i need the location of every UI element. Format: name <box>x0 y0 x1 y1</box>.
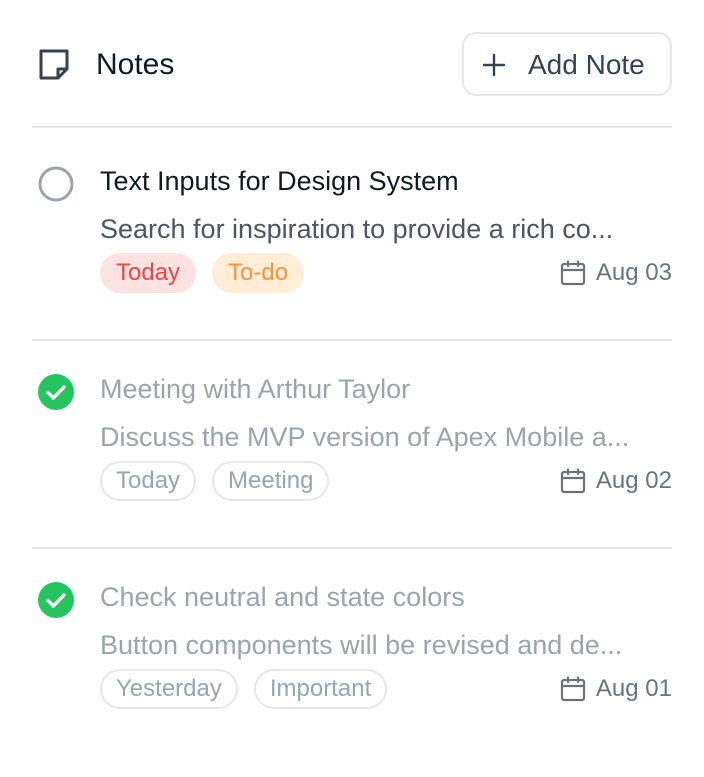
tag-todo[interactable]: To-do <box>212 253 305 293</box>
note-title: Meeting with Arthur Taylor <box>100 374 411 404</box>
note-item[interactable]: Text Inputs for Design System Search for… <box>32 161 672 361</box>
note-icon <box>39 49 69 80</box>
page-title: Notes <box>96 48 175 81</box>
calendar-icon <box>560 260 586 286</box>
note-title: Check neutral and state colors <box>100 582 465 612</box>
calendar-icon <box>560 468 586 494</box>
tag-today[interactable]: Today <box>100 461 197 501</box>
notes-panel: Notes Add Note Text Inputs for Design Sy… <box>32 0 672 760</box>
divider <box>32 126 672 128</box>
divider <box>32 547 672 549</box>
tag-yesterday[interactable]: Yesterday <box>100 669 238 709</box>
note-date: Aug 03 <box>560 253 672 293</box>
tag-list: Today To-do <box>100 253 305 293</box>
tag-important[interactable]: Important <box>253 669 388 709</box>
note-item[interactable]: Check neutral and state colors Button co… <box>32 577 672 777</box>
tag-list: Yesterday Important <box>100 669 388 709</box>
divider <box>32 339 672 341</box>
notes-header: Notes Add Note <box>32 32 672 96</box>
tag-list: Today Meeting <box>100 461 330 501</box>
note-description: Discuss the MVP version of Apex Mobile a… <box>100 422 630 452</box>
calendar-icon <box>560 676 586 702</box>
add-note-button[interactable]: Add Note <box>462 32 672 96</box>
tag-today[interactable]: Today <box>100 253 197 293</box>
check-circle-icon[interactable] <box>37 373 75 411</box>
note-title: Text Inputs for Design System <box>100 166 459 196</box>
incomplete-circle-icon[interactable] <box>37 165 75 203</box>
add-note-label: Add Note <box>528 49 645 80</box>
note-date: Aug 01 <box>560 669 672 709</box>
note-item[interactable]: Meeting with Arthur Taylor Discuss the M… <box>32 369 672 569</box>
note-date: Aug 02 <box>560 461 672 501</box>
note-date-text: Aug 01 <box>595 675 672 702</box>
note-description: Search for inspiration to provide a rich… <box>100 214 614 244</box>
check-circle-icon[interactable] <box>37 581 75 619</box>
tag-meeting[interactable]: Meeting <box>212 461 330 501</box>
note-description: Button components will be revised and de… <box>100 630 623 660</box>
note-date-text: Aug 03 <box>595 259 672 286</box>
note-date-text: Aug 02 <box>595 467 672 494</box>
plus-icon <box>482 53 506 77</box>
